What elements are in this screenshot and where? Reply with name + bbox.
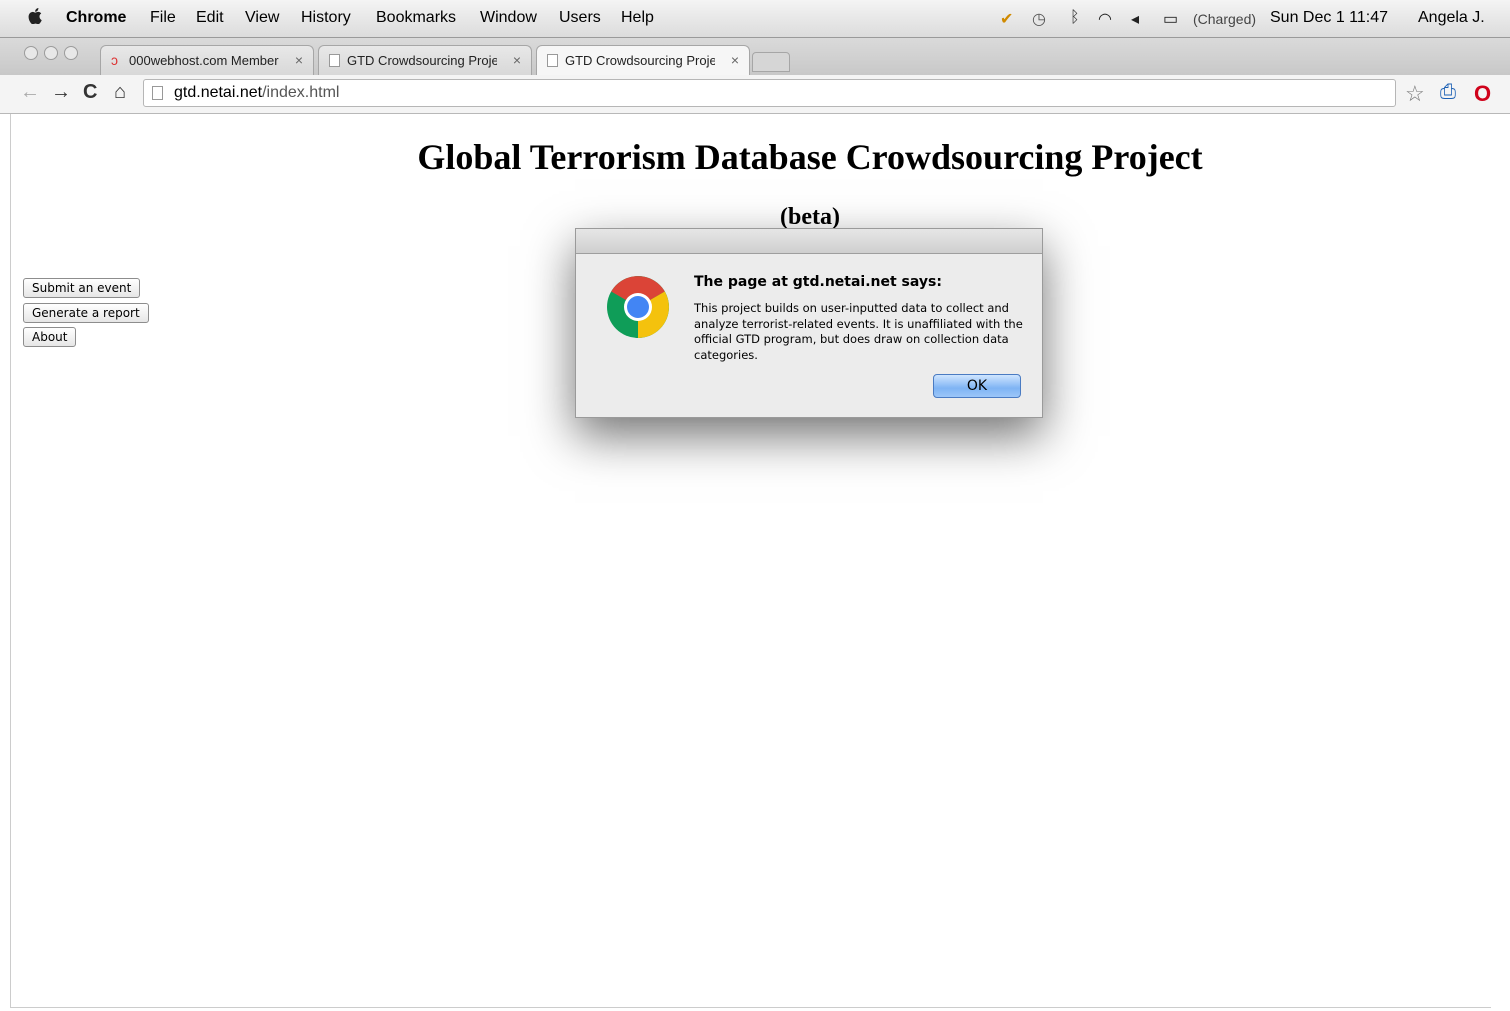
address-url[interactable]: gtd.netai.net/index.html [174, 84, 339, 102]
menu-edit[interactable]: Edit [196, 9, 224, 27]
bluetooth-icon[interactable]: ᛒ [1070, 9, 1080, 27]
url-path: /index.html [262, 84, 340, 101]
window-close-button[interactable] [24, 46, 38, 60]
page-favicon-icon [547, 54, 558, 67]
submit-event-button[interactable]: Submit an event [23, 278, 141, 298]
mac-menubar: Chrome File Edit View History Bookmarks … [0, 0, 1510, 38]
time-machine-icon[interactable]: ◷ [1032, 9, 1046, 29]
url-host: gtd.netai.net [174, 84, 263, 101]
menu-history[interactable]: History [301, 9, 351, 27]
menu-file[interactable]: File [150, 9, 176, 27]
page-favicon-icon [329, 54, 340, 67]
tab-close-icon[interactable]: × [295, 52, 303, 68]
new-tab-button[interactable] [752, 52, 790, 72]
battery-status-text: (Charged) [1193, 11, 1257, 27]
dialog-titlebar [576, 229, 1042, 254]
javascript-alert-dialog: The page at gtd.netai.net says: This pro… [575, 228, 1043, 418]
print-icon[interactable]: ⎙ [1440, 81, 1456, 104]
volume-icon[interactable]: ◂ [1131, 9, 1139, 29]
taskpaper-check-icon[interactable]: ✔ [1000, 9, 1013, 29]
window-zoom-button[interactable] [64, 46, 78, 60]
reload-icon[interactable]: C [83, 81, 97, 104]
dialog-heading: The page at gtd.netai.net says: [694, 274, 942, 290]
page-subtitle: (beta) [780, 204, 840, 230]
tab-title: GTD Crowdsourcing Projec [565, 53, 715, 68]
forward-arrow-icon[interactable]: → [51, 81, 71, 104]
menubar-user[interactable]: Angela J. [1418, 9, 1485, 27]
page-title: Global Terrorism Database Crowdsourcing … [417, 137, 1203, 177]
page-icon [152, 86, 163, 100]
wifi-icon[interactable]: ◠ [1098, 9, 1112, 29]
bookmark-star-icon[interactable]: ☆ [1405, 81, 1425, 107]
address-bar[interactable]: gtd.netai.net/index.html [143, 79, 1396, 107]
apple-menu-icon[interactable] [28, 8, 42, 24]
webhost-favicon-icon: ↄ [111, 52, 118, 68]
dialog-message: This project builds on user-inputted dat… [694, 301, 1023, 362]
battery-icon[interactable]: ▭ [1163, 9, 1178, 29]
tab-gtd-1[interactable]: GTD Crowdsourcing Projec × [318, 45, 532, 75]
menubar-clock[interactable]: Sun Dec 1 11:47 [1270, 9, 1388, 27]
browser-toolbar: ← → C ⌂ gtd.netai.net/index.html ☆ ⎙ O [0, 75, 1510, 114]
tab-000webhost[interactable]: ↄ 000webhost.com Members × [100, 45, 314, 75]
menu-help[interactable]: Help [621, 9, 654, 27]
chrome-logo-icon [607, 276, 669, 338]
menu-users[interactable]: Users [559, 9, 601, 27]
tab-close-icon[interactable]: × [513, 52, 521, 68]
menu-app-chrome[interactable]: Chrome [66, 9, 126, 27]
tab-title: 000webhost.com Members [129, 53, 279, 68]
tab-close-icon[interactable]: × [731, 52, 739, 68]
tab-gtd-2-active[interactable]: GTD Crowdsourcing Projec × [536, 45, 750, 75]
tab-strip: ↄ 000webhost.com Members × GTD Crowdsour… [0, 38, 1510, 75]
back-arrow-icon[interactable]: ← [20, 81, 40, 104]
menu-view[interactable]: View [245, 9, 279, 27]
about-button[interactable]: About [23, 327, 77, 347]
menu-window[interactable]: Window [480, 9, 537, 27]
tab-title: GTD Crowdsourcing Projec [347, 53, 497, 68]
menu-bookmarks[interactable]: Bookmarks [376, 9, 456, 27]
opera-extension-icon[interactable]: O [1474, 81, 1491, 107]
ok-button[interactable]: OK [933, 374, 1021, 398]
generate-report-button[interactable]: Generate a report [23, 303, 149, 323]
home-icon[interactable]: ⌂ [114, 81, 126, 104]
window-minimize-button[interactable] [44, 46, 58, 60]
